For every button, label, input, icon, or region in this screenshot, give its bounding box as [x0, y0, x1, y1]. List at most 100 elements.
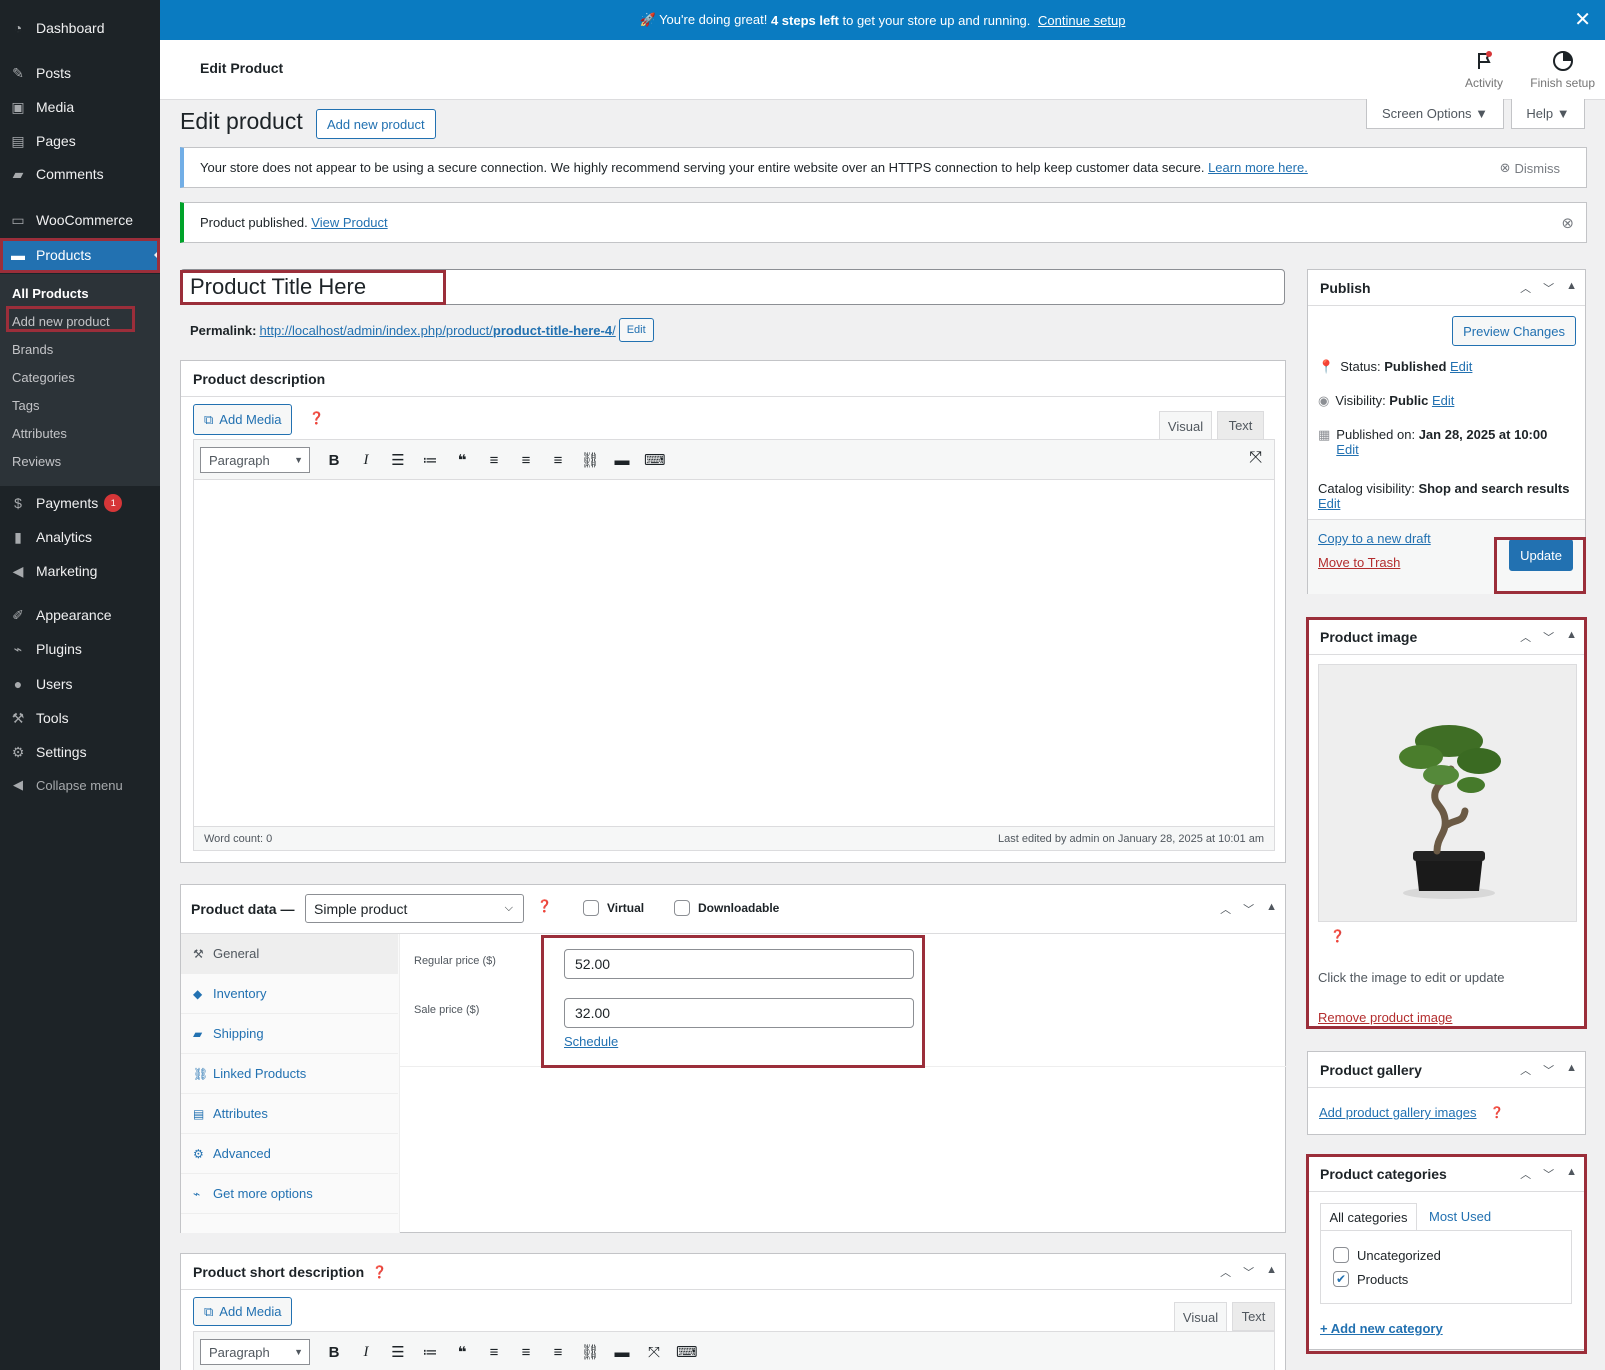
finish-setup-button[interactable]: Finish setup [1530, 50, 1595, 90]
move-up-icon[interactable]: ︿ [1520, 280, 1531, 296]
numbered-list-icon[interactable]: ≔ [420, 451, 440, 469]
screen-options-button[interactable]: Screen Options ▼ [1366, 99, 1504, 129]
edit-status-link[interactable]: Edit [1450, 359, 1472, 374]
move-down-icon[interactable]: ﹀ [1243, 901, 1254, 917]
tab-inventory[interactable]: ◆ Inventory [181, 974, 398, 1014]
tab-advanced[interactable]: ⚙ Advanced [181, 1134, 398, 1174]
dismiss-button[interactable]: ⊗ Dismiss [1500, 160, 1560, 176]
move-to-trash-link[interactable]: Move to Trash [1318, 555, 1400, 570]
update-button[interactable]: Update [1509, 539, 1573, 571]
activity-button[interactable]: Activity [1465, 50, 1503, 90]
product-title-input[interactable]: Product Title Here [180, 269, 1285, 305]
link-icon[interactable]: ⛓ [580, 1343, 600, 1361]
submenu-attributes[interactable]: Attributes [12, 426, 67, 441]
move-down-icon[interactable]: ﹀ [1243, 1264, 1254, 1280]
edit-visibility-link[interactable]: Edit [1432, 393, 1454, 408]
move-up-icon[interactable]: ︿ [1520, 1166, 1531, 1182]
menu-appearance[interactable]: ✐ Appearance [0, 598, 160, 632]
products-checkbox[interactable]: ✔ [1333, 1271, 1349, 1287]
toggle-icon[interactable]: ▲ [1266, 1264, 1277, 1280]
category-item-uncategorized[interactable]: Uncategorized [1333, 1247, 1441, 1263]
copy-draft-link[interactable]: Copy to a new draft [1318, 531, 1431, 546]
menu-dashboard[interactable]: ◔ Dashboard [0, 11, 160, 45]
schedule-link[interactable]: Schedule [564, 1034, 618, 1049]
add-media-button[interactable]: ⧉ Add Media [193, 1297, 293, 1326]
tab-get-more-options[interactable]: ⌁ Get more options [181, 1174, 398, 1214]
bullet-list-icon[interactable]: ☰ [388, 1343, 408, 1361]
editor-body[interactable] [194, 481, 1274, 826]
menu-products[interactable]: ▬ Products [0, 238, 160, 272]
tab-all-categories[interactable]: All categories [1320, 1203, 1417, 1231]
tab-most-used[interactable]: Most Used [1429, 1209, 1491, 1224]
learn-more-link[interactable]: Learn more here. [1208, 160, 1308, 175]
fullscreen-icon[interactable]: ⤧ [1249, 449, 1262, 467]
read-more-icon[interactable]: ▬ [612, 452, 632, 469]
continue-setup-link[interactable]: Continue setup [1038, 13, 1125, 28]
add-gallery-images-link[interactable]: Add product gallery images [1319, 1105, 1477, 1120]
edit-catalog-link[interactable]: Edit [1318, 496, 1340, 511]
menu-tools[interactable]: ⚒ Tools [0, 701, 160, 735]
tab-text[interactable]: Text [1217, 411, 1264, 440]
help-icon[interactable]: ❓ [309, 411, 324, 425]
regular-price-input[interactable]: 52.00 [564, 949, 914, 979]
toggle-icon[interactable]: ▲ [1566, 1062, 1577, 1078]
add-new-category-link[interactable]: + Add new category [1320, 1321, 1443, 1336]
submenu-all-products[interactable]: All Products [12, 286, 89, 301]
italic-icon[interactable]: I [356, 452, 376, 469]
menu-analytics[interactable]: ▮ Analytics [0, 520, 160, 554]
tab-visual[interactable]: Visual [1159, 411, 1212, 440]
virtual-checkbox[interactable] [583, 900, 599, 916]
italic-icon[interactable]: I [356, 1344, 376, 1361]
format-select[interactable]: Paragraph ▼ [200, 1339, 310, 1365]
permalink-url[interactable]: http://localhost/admin/index.php/product… [259, 323, 615, 338]
align-right-icon[interactable]: ≡ [548, 1344, 568, 1361]
submenu-tags[interactable]: Tags [12, 398, 39, 413]
submenu-add-new-product[interactable]: Add new product [12, 314, 110, 329]
tab-linked-products[interactable]: ⛓ Linked Products [181, 1054, 398, 1094]
move-down-icon[interactable]: ﹀ [1543, 280, 1554, 296]
align-left-icon[interactable]: ≡ [484, 1344, 504, 1361]
tab-attributes[interactable]: ▤ Attributes [181, 1094, 398, 1134]
edit-date-link[interactable]: Edit [1336, 442, 1358, 457]
menu-users[interactable]: ● Users [0, 667, 160, 701]
toggle-icon[interactable]: ▲ [1566, 280, 1577, 296]
menu-media[interactable]: ▣ Media [0, 90, 160, 124]
format-select[interactable]: Paragraph ▼ [200, 447, 310, 473]
virtual-option[interactable]: Virtual [583, 900, 644, 916]
bold-icon[interactable]: B [324, 1344, 344, 1361]
read-more-icon[interactable]: ▬ [612, 1344, 632, 1361]
submenu-reviews[interactable]: Reviews [12, 454, 61, 469]
move-up-icon[interactable]: ︿ [1220, 1264, 1231, 1280]
move-down-icon[interactable]: ﹀ [1543, 1062, 1554, 1078]
bullet-list-icon[interactable]: ☰ [388, 451, 408, 469]
help-icon[interactable]: ❓ [1330, 929, 1345, 943]
help-icon[interactable]: ❓ [372, 1265, 387, 1279]
remove-product-image-link[interactable]: Remove product image [1318, 1010, 1452, 1025]
blockquote-icon[interactable]: ❝ [452, 451, 472, 469]
align-center-icon[interactable]: ≡ [516, 452, 536, 469]
toggle-icon[interactable]: ▲ [1566, 1166, 1577, 1182]
product-image-thumbnail[interactable] [1318, 664, 1577, 922]
move-up-icon[interactable]: ︿ [1520, 629, 1531, 645]
numbered-list-icon[interactable]: ≔ [420, 1343, 440, 1361]
move-up-icon[interactable]: ︿ [1220, 901, 1231, 917]
tab-visual[interactable]: Visual [1174, 1302, 1227, 1331]
align-right-icon[interactable]: ≡ [548, 452, 568, 469]
help-button[interactable]: Help ▼ [1511, 99, 1585, 129]
menu-woocommerce[interactable]: ▭ WooCommerce [0, 203, 160, 237]
permalink-edit-button[interactable]: Edit [618, 318, 654, 342]
move-up-icon[interactable]: ︿ [1520, 1062, 1531, 1078]
menu-payments[interactable]: $ Payments 1 [0, 486, 160, 520]
tab-text[interactable]: Text [1232, 1302, 1275, 1331]
menu-comments[interactable]: ▰ Comments [0, 157, 160, 191]
downloadable-checkbox[interactable] [674, 900, 690, 916]
bold-icon[interactable]: B [324, 452, 344, 469]
tab-shipping[interactable]: ▰ Shipping [181, 1014, 398, 1054]
submenu-brands[interactable]: Brands [12, 342, 53, 357]
link-icon[interactable]: ⛓ [580, 451, 600, 469]
downloadable-option[interactable]: Downloadable [674, 900, 779, 916]
menu-marketing[interactable]: ◀ Marketing [0, 554, 160, 588]
menu-posts[interactable]: ✎ Posts [0, 56, 160, 90]
align-center-icon[interactable]: ≡ [516, 1344, 536, 1361]
move-down-icon[interactable]: ﹀ [1543, 629, 1554, 645]
